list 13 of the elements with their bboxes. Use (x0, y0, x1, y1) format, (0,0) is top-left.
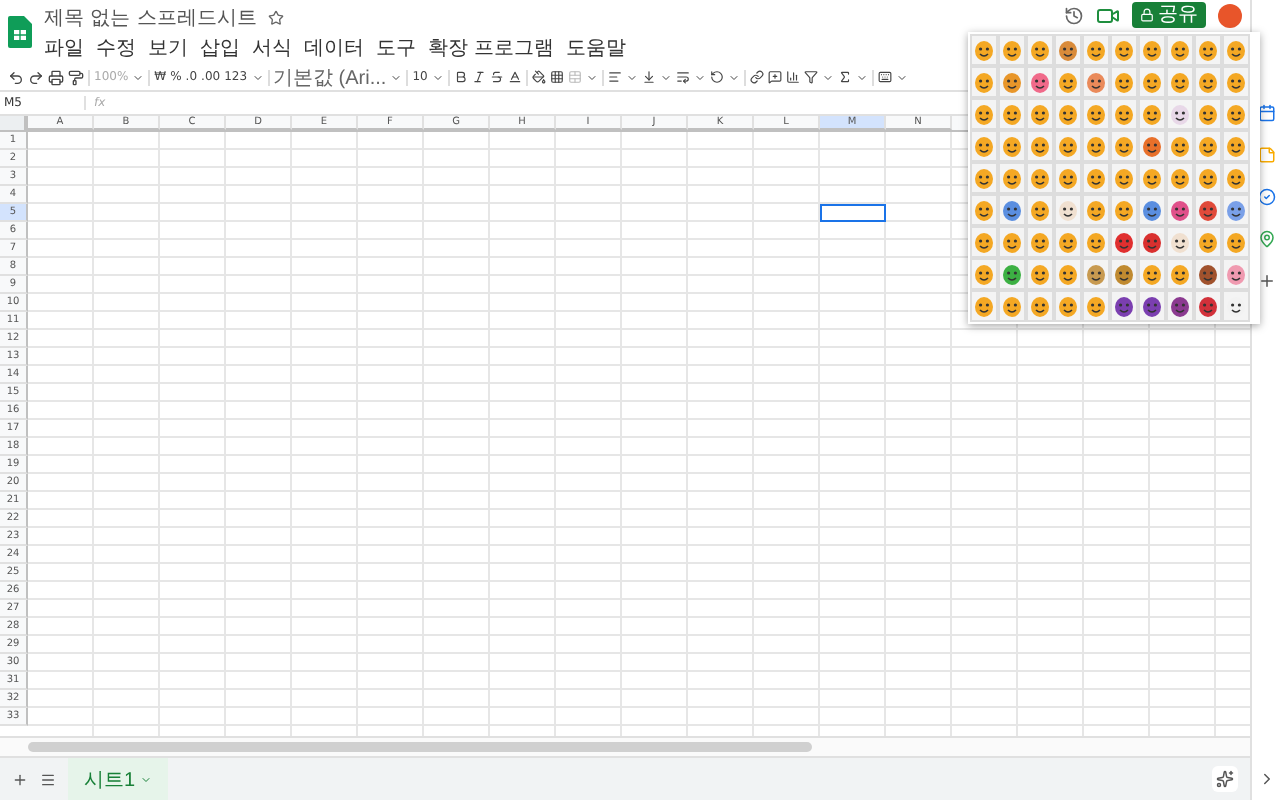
document-title[interactable]: 제목 없는 스프레드시트 (44, 3, 257, 31)
menu-item[interactable]: 삽입 (200, 33, 240, 61)
menu-item[interactable]: 서식 (252, 33, 292, 61)
menu-item[interactable]: 데이터 (304, 33, 364, 61)
menu-item[interactable]: 수정 (96, 33, 136, 61)
sheet-tab[interactable]: 시트1 (68, 758, 168, 800)
menu-item[interactable]: 파일 (44, 33, 84, 61)
menu-item[interactable]: 확장 프로그램 (428, 33, 555, 61)
font-dropdown[interactable]: 기본값 (Ari... (273, 63, 387, 91)
share-button[interactable]: 공유 (1132, 2, 1206, 28)
menu-item[interactable]: 보기 (148, 33, 188, 61)
menu-item[interactable]: 도움말 (566, 33, 627, 61)
menu-item[interactable]: 도구 (376, 33, 416, 61)
